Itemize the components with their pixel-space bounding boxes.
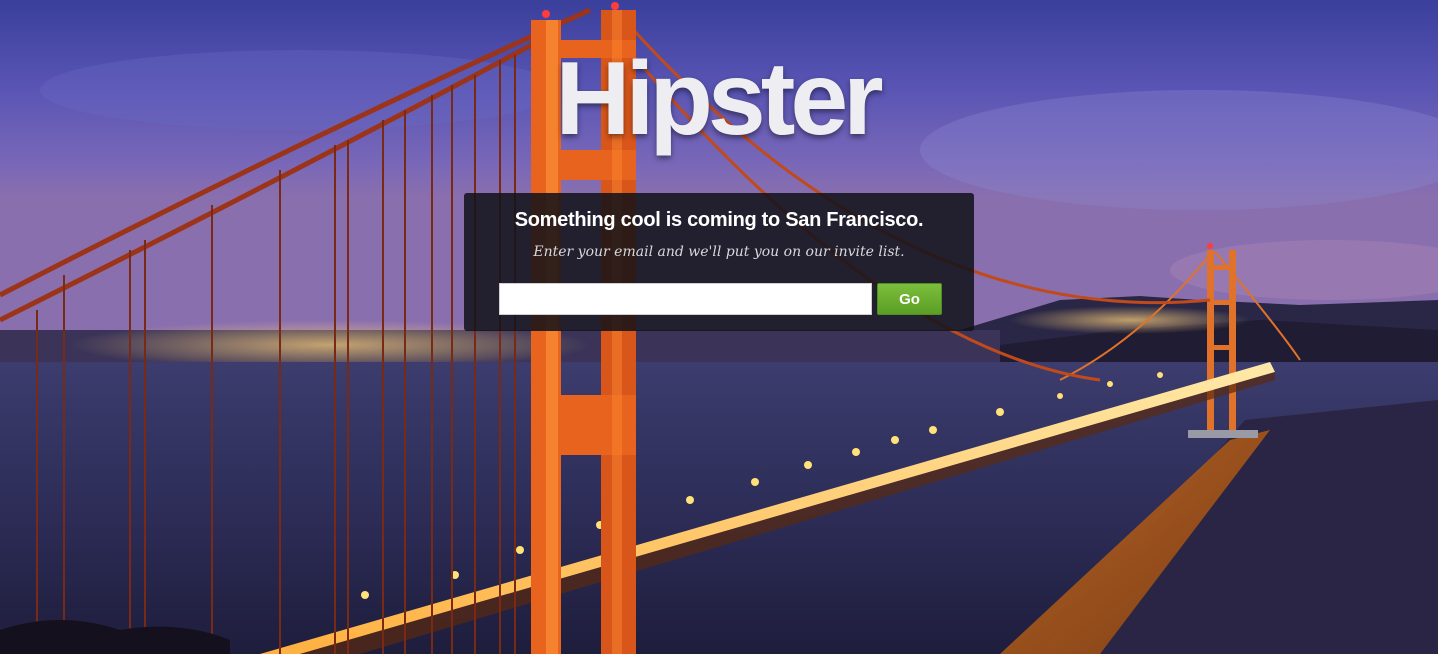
brand-logo-text: Hipster: [0, 34, 1438, 164]
go-button[interactable]: Go: [877, 283, 942, 315]
brand-name: Hipster: [555, 41, 883, 157]
signup-subline: Enter your email and we'll put you on ou…: [533, 244, 905, 260]
email-input[interactable]: [499, 283, 872, 315]
signup-panel: Something cool is coming to San Francisc…: [464, 193, 974, 331]
signup-headline: Something cool is coming to San Francisc…: [514, 209, 924, 231]
